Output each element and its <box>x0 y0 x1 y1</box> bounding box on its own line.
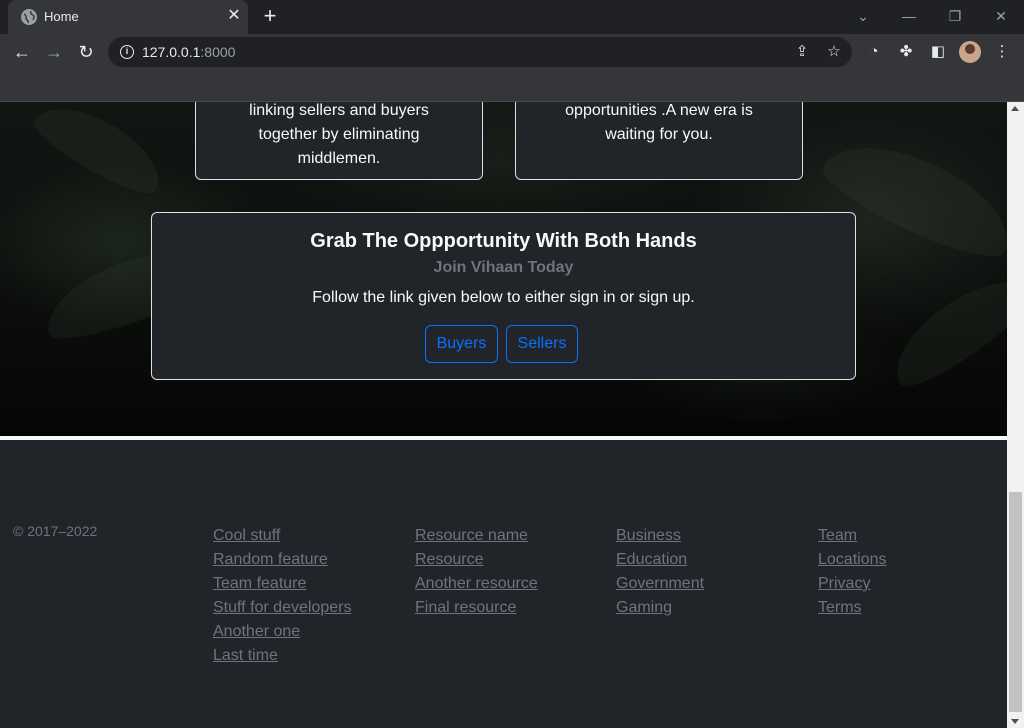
share-icon[interactable]: ⇪ <box>792 42 812 62</box>
new-tab-button[interactable]: + <box>258 5 282 29</box>
cta-card: Grab The Oppportunity With Both Hands Jo… <box>151 212 856 380</box>
tab-strip: Home ✕ + ⌄ — ❐ ✕ <box>0 0 1024 34</box>
restore-icon[interactable]: ❐ <box>945 6 965 26</box>
bookmark-star-icon[interactable]: ☆ <box>824 42 844 62</box>
footer-link[interactable]: Final resource <box>415 596 538 620</box>
card-text-line: linking sellers and buyers <box>249 102 429 119</box>
cta-title: Grab The Oppportunity With Both Hands <box>310 230 697 252</box>
cta-subtitle: Join Vihaan Today <box>433 259 574 276</box>
scroll-down-arrow-icon[interactable] <box>1011 719 1019 724</box>
profile-avatar[interactable] <box>959 41 981 63</box>
back-arrow-icon[interactable]: ← <box>10 40 34 64</box>
page-viewport: linking sellers and buyers together by e… <box>0 102 1007 728</box>
footer-link[interactable]: Locations <box>818 548 887 572</box>
card-text-line: together by eliminating <box>258 126 420 143</box>
hero-section: linking sellers and buyers together by e… <box>0 102 1007 436</box>
minimize-icon[interactable]: — <box>899 6 919 26</box>
footer-link[interactable]: Another one <box>213 620 351 644</box>
footer-link[interactable]: Another resource <box>415 572 538 596</box>
footer-column-features: Cool stuff Random feature Team feature S… <box>213 524 351 668</box>
leaf-decoration <box>878 261 1007 398</box>
close-tab-icon[interactable]: ✕ <box>224 6 244 26</box>
footer-link[interactable]: Team <box>818 524 887 548</box>
footer-link[interactable]: Business <box>616 524 704 548</box>
cta-text: Follow the link given below to either si… <box>312 289 695 306</box>
footer-link[interactable]: Resource name <box>415 524 538 548</box>
footer-link[interactable]: Cool stuff <box>213 524 351 548</box>
extensions-puzzle-icon[interactable]: ✤ <box>896 42 916 62</box>
footer-link[interactable]: Privacy <box>818 572 887 596</box>
browser-toolbar: ← → ↻ i 127.0.0.1:8000 ⇪ ☆ ◔ ✤ ◧ ⋮ <box>0 34 1024 70</box>
footer-link[interactable]: Resource <box>415 548 538 572</box>
footer-link[interactable]: Team feature <box>213 572 351 596</box>
tab-search-icon[interactable]: ⌄ <box>853 6 873 26</box>
copyright-text: © 2017–2022 <box>13 523 98 539</box>
reload-icon[interactable]: ↻ <box>74 40 98 64</box>
footer-link[interactable]: Gaming <box>616 596 704 620</box>
feature-card-left: linking sellers and buyers together by e… <box>195 102 483 180</box>
card-text-line: middlemen. <box>297 150 381 167</box>
performance-icon[interactable]: ◔ <box>864 42 884 62</box>
sellers-button[interactable]: Sellers <box>506 325 578 363</box>
card-text-line: opportunities .A new era is <box>565 102 753 119</box>
side-panel-icon[interactable]: ◧ <box>928 42 948 62</box>
bookmarks-bar <box>0 70 1024 102</box>
footer-column-resources: Resource name Resource Another resource … <box>415 524 538 620</box>
footer-link[interactable]: Random feature <box>213 548 351 572</box>
address-bar[interactable]: i 127.0.0.1:8000 ⇪ ☆ <box>108 37 852 67</box>
scrollbar-thumb[interactable] <box>1009 492 1022 712</box>
tab-home[interactable]: Home ✕ <box>8 0 248 34</box>
scroll-up-arrow-icon[interactable] <box>1011 106 1019 111</box>
footer-link[interactable]: Last time <box>213 644 351 668</box>
site-footer: © 2017–2022 Cool stuff Random feature Te… <box>0 440 1007 728</box>
footer-link[interactable]: Education <box>616 548 704 572</box>
buyers-button[interactable]: Buyers <box>425 325 498 363</box>
globe-icon <box>21 9 37 25</box>
leaf-decoration <box>26 102 174 204</box>
tab-title: Home <box>44 9 79 24</box>
card-text-line: waiting for you. <box>605 126 713 143</box>
feature-card-right: opportunities .A new era is waiting for … <box>515 102 803 180</box>
page-scrollbar[interactable] <box>1007 102 1024 728</box>
forward-arrow-icon[interactable]: → <box>42 40 66 64</box>
footer-link[interactable]: Terms <box>818 596 887 620</box>
url-text: 127.0.0.1:8000 <box>142 44 236 60</box>
site-info-icon[interactable]: i <box>120 45 134 59</box>
footer-link[interactable]: Stuff for developers <box>213 596 351 620</box>
close-window-icon[interactable]: ✕ <box>991 6 1011 26</box>
footer-column-about: Team Locations Privacy Terms <box>818 524 887 620</box>
footer-link[interactable]: Government <box>616 572 704 596</box>
menu-kebab-icon[interactable]: ⋮ <box>992 42 1012 62</box>
footer-column-sectors: Business Education Government Gaming <box>616 524 704 620</box>
